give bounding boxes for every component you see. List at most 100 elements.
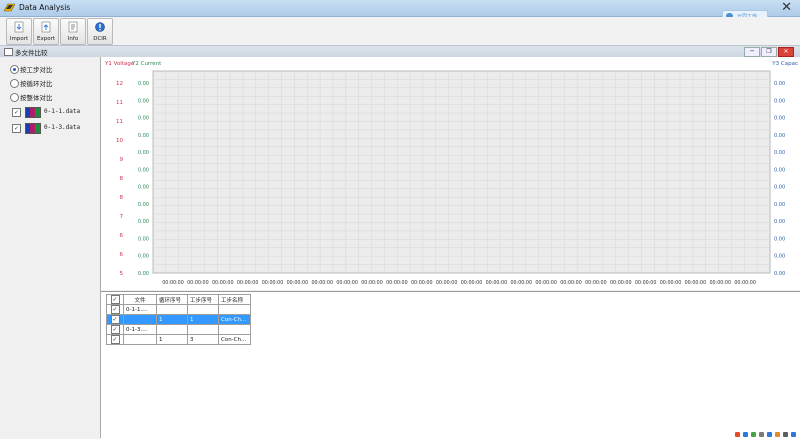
chart-area: Y1 Voltage Y2 Current Y3 Capac 12 11 11 10 9… <box>101 57 800 290</box>
subwindow-close-button[interactable]: ✕ <box>778 47 794 57</box>
minimize-button[interactable]: ─ <box>744 47 760 57</box>
x-tick-label: 00:00:00 <box>734 280 756 286</box>
import-button[interactable]: Import <box>6 18 32 45</box>
y3-tick-label: 0.00 <box>774 236 785 242</box>
x-tick-label: 00:00:00 <box>635 280 657 286</box>
header-step[interactable]: 工步序号 <box>187 294 219 305</box>
table-row[interactable]: ✓ 1 1 Con-Ch... <box>106 314 251 325</box>
y1-tick-label: 9 <box>120 157 124 163</box>
table-row[interactable]: ✓ 0-1-1.... <box>106 304 251 315</box>
table-cell[interactable] <box>187 324 219 335</box>
y1-tick-label: 12 <box>116 81 123 87</box>
x-tick-label: 00:00:00 <box>610 280 632 286</box>
window-title: Data Analysis <box>19 3 71 12</box>
tray-icon[interactable] <box>751 432 756 437</box>
file-checkbox-1[interactable]: ✓ <box>12 108 21 117</box>
table-cell[interactable]: 1 <box>187 314 219 325</box>
tray-icon[interactable] <box>743 432 748 437</box>
file-name-2: 0-1-3.data <box>44 124 81 131</box>
row-checkbox[interactable]: ✓ <box>110 315 120 324</box>
restore-button[interactable]: ❐ <box>761 47 777 57</box>
row-checkbox-cell[interactable]: ✓ <box>106 304 124 315</box>
y1-tick-label: 8 <box>120 195 124 201</box>
y2-tick-label: 0.00 <box>138 81 149 87</box>
table-cell[interactable]: Con-Ch... <box>218 334 251 345</box>
radio-by-cycle[interactable] <box>10 79 19 88</box>
file-color-swatch-1[interactable] <box>25 107 41 118</box>
table-row[interactable]: ✓ 1 3 Con-Ch... <box>106 334 251 345</box>
table-cell[interactable] <box>156 324 188 335</box>
header-check[interactable]: ✓ <box>106 294 124 305</box>
compare-options-panel: 按工步对比 按循环对比 按整体对比 ✓ 0-1-1.data ✓ 0-1-3.d… <box>0 57 101 438</box>
table-cell[interactable]: 3 <box>187 334 219 345</box>
table-cell[interactable]: Con-Ch... <box>218 314 251 325</box>
y3-tick-label: 0.00 <box>774 98 785 104</box>
y2-tick-label: 0.00 <box>138 202 149 208</box>
tray-icon[interactable] <box>735 432 740 437</box>
radio-whole[interactable] <box>10 93 19 102</box>
step-table: ✓ 文件 循环序号 工步序号 工步名称 ✓ 0-1-1.... ✓ 1 1 Con-Ch.… <box>106 294 251 345</box>
window-close-button[interactable]: ✕ <box>781 1 792 15</box>
table-cell[interactable] <box>218 304 251 315</box>
x-tick-label: 00:00:00 <box>212 280 234 286</box>
y2-tick-label: 0.00 <box>138 254 149 260</box>
header-cycle[interactable]: 循环序号 <box>156 294 188 305</box>
y2-tick-label: 0.00 <box>138 150 149 156</box>
dcir-button[interactable]: DCIR <box>87 18 113 45</box>
y3-tick-label: 0.00 <box>774 219 785 225</box>
y3-tick-label: 0.00 <box>774 133 785 139</box>
y2-tick-label: 0.00 <box>138 219 149 225</box>
y1-tick-label: 6 <box>120 252 124 258</box>
table-cell[interactable] <box>187 304 219 315</box>
header-file[interactable]: 文件 <box>123 294 157 305</box>
x-tick-label: 00:00:00 <box>486 280 508 286</box>
row-checkbox-cell[interactable]: ✓ <box>106 334 124 345</box>
export-button[interactable]: Export <box>33 18 59 45</box>
x-tick-label: 00:00:00 <box>685 280 707 286</box>
x-tick-label: 00:00:00 <box>311 280 333 286</box>
export-icon <box>41 21 51 33</box>
tray-icon[interactable] <box>783 432 788 437</box>
table-cell[interactable]: 1 <box>156 334 188 345</box>
y2-tick-label: 0.00 <box>138 271 149 277</box>
row-checkbox[interactable]: ✓ <box>110 335 120 344</box>
file-color-swatch-2[interactable] <box>25 123 41 134</box>
header-step-name[interactable]: 工步名称 <box>218 294 251 305</box>
chart-plot[interactable]: 12 11 11 10 9 8 8 7 6 6 5 0.00 0.00 0.00 0.00 0.00 0.00 0… <box>101 57 800 290</box>
row-checkbox[interactable]: ✓ <box>110 305 120 314</box>
x-tick-label: 00:00:00 <box>361 280 383 286</box>
row-checkbox[interactable]: ✓ <box>110 325 120 334</box>
system-tray <box>732 431 796 438</box>
tray-icon[interactable] <box>767 432 772 437</box>
table-cell[interactable] <box>156 304 188 315</box>
x-tick-label: 00:00:00 <box>510 280 532 286</box>
file-checkbox-2[interactable]: ✓ <box>12 124 21 133</box>
tray-icon[interactable] <box>791 432 796 437</box>
radio-by-step[interactable] <box>10 65 19 74</box>
dcir-icon <box>95 22 105 32</box>
table-cell[interactable] <box>123 334 157 345</box>
radio-by-step-label: 按工步对比 <box>20 66 53 74</box>
x-tick-label: 00:00:00 <box>187 280 209 286</box>
tray-icon[interactable] <box>759 432 764 437</box>
title-bar: Data Analysis ✕ <box>0 0 800 17</box>
table-cell[interactable] <box>123 314 157 325</box>
y3-tick-label: 0.00 <box>774 150 785 156</box>
info-label: Info <box>67 36 79 42</box>
row-checkbox-cell[interactable]: ✓ <box>106 324 124 335</box>
table-cell[interactable]: 1 <box>156 314 188 325</box>
table-cell[interactable]: 0-1-3.... <box>123 324 157 335</box>
y2-tick-label: 0.00 <box>138 133 149 139</box>
table-cell[interactable]: 0-1-1.... <box>123 304 157 315</box>
dcir-label: DCIR <box>93 36 107 42</box>
row-checkbox-cell[interactable]: ✓ <box>106 314 124 325</box>
x-tick-label: 00:00:00 <box>386 280 408 286</box>
y3-tick-label: 0.00 <box>774 185 785 191</box>
info-button[interactable]: Info <box>60 18 86 45</box>
y2-tick-label: 0.00 <box>138 185 149 191</box>
y2-tick-label: 0.00 <box>138 167 149 173</box>
table-row[interactable]: ✓ 0-1-3.... <box>106 324 251 335</box>
table-cell[interactable] <box>218 324 251 335</box>
y1-tick-label: 7 <box>120 214 124 220</box>
tray-icon[interactable] <box>775 432 780 437</box>
